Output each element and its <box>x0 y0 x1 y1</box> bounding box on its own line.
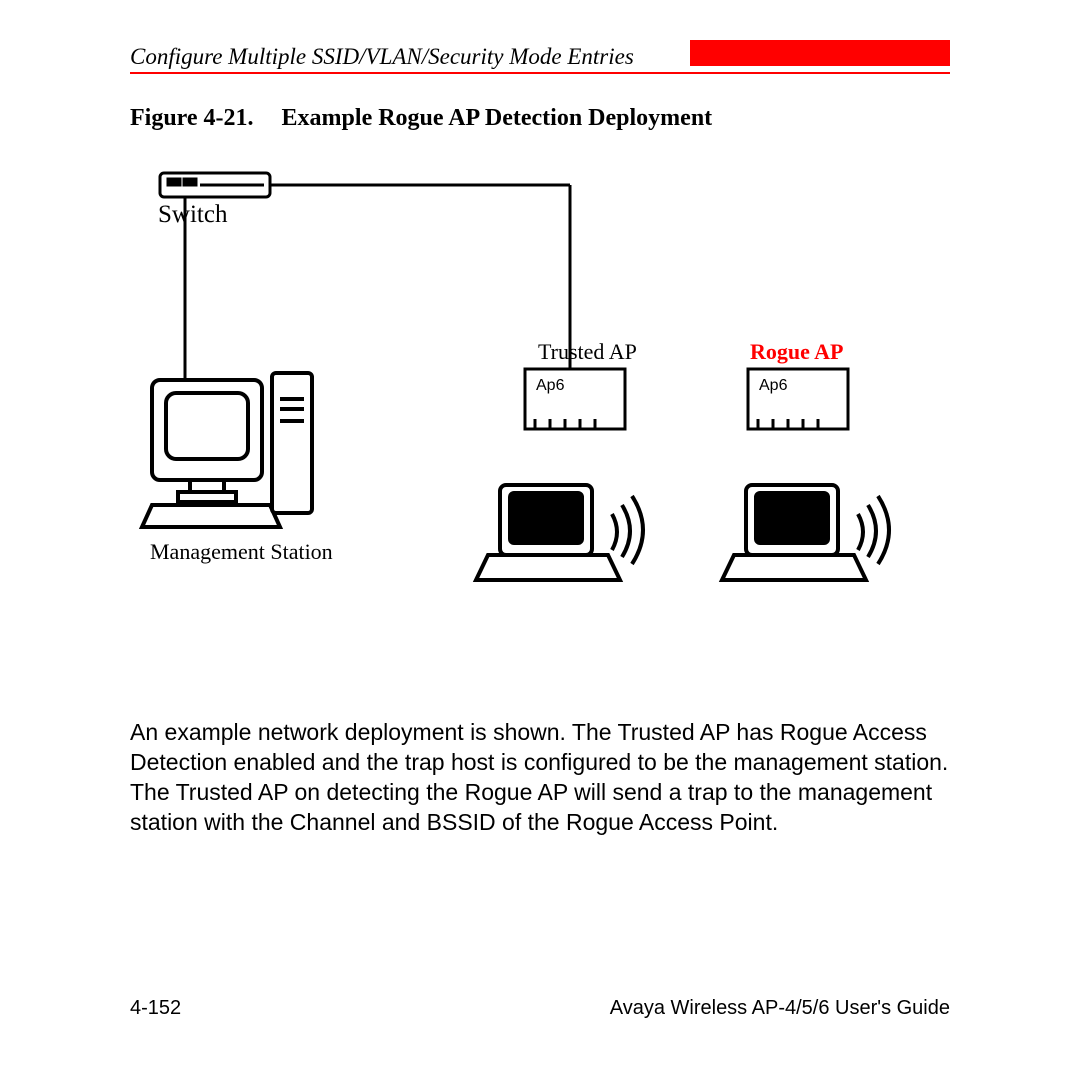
page: Configure Multiple SSID/VLAN/Security Mo… <box>0 0 1080 1080</box>
switch-icon <box>160 173 270 197</box>
switch-label: Switch <box>158 201 227 229</box>
header-title: Configure Multiple SSID/VLAN/Security Mo… <box>130 44 634 69</box>
trusted-ap-device-text: Ap6 <box>536 377 564 395</box>
wires <box>185 185 570 380</box>
header-rule <box>130 72 950 74</box>
management-station-label: Management Station <box>150 539 333 565</box>
page-number: 4-152 <box>130 997 181 1020</box>
figure-caption: Figure 4-21. Example Rogue AP Detection … <box>130 105 712 132</box>
trusted-ap-label: Trusted AP <box>538 339 637 365</box>
rogue-ap-label: Rogue AP <box>750 339 844 365</box>
laptop-rogue-icon <box>722 485 889 580</box>
laptop-trusted-icon <box>476 485 643 580</box>
page-footer: 4-152 Avaya Wireless AP-4/5/6 User's Gui… <box>130 997 950 1020</box>
guide-title: Avaya Wireless AP-4/5/6 User's Guide <box>610 997 950 1020</box>
diagram: Switch Trusted AP Rogue AP Ap6 Ap6 Manag… <box>130 155 950 635</box>
figure-title: Example Rogue AP Detection Deployment <box>282 105 713 131</box>
management-station-icon <box>142 373 312 527</box>
body-paragraph: An example network deployment is shown. … <box>130 718 950 838</box>
page-header: Configure Multiple SSID/VLAN/Security Mo… <box>130 44 950 74</box>
figure-number: Figure 4-21. <box>130 105 254 132</box>
rogue-ap-device-text: Ap6 <box>759 377 787 395</box>
